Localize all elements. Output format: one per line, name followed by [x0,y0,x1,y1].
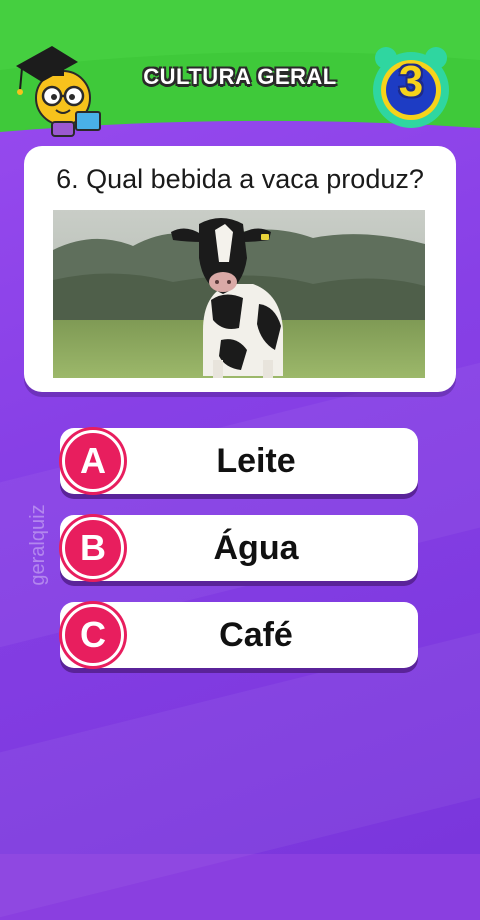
header-title: CULTURA GERAL [143,64,337,89]
answer-option-c[interactable]: C Café [60,602,418,668]
holstein-cow-in-field-photo [53,210,425,378]
answer-letter-b-badge: B [62,517,124,579]
answer-letter-c-badge: C [62,604,124,666]
question-card: 6. Qual bebida a vaca produz? [24,146,456,392]
timer-countdown: 3 [398,57,424,106]
lightbulb-graduate-mascot-icon [16,46,101,137]
answer-label-a: Leite [216,442,296,480]
answer-label-b: Água [213,529,299,567]
answer-letter-a-badge: A [62,430,124,492]
answer-option-a[interactable]: A Leite [60,428,418,494]
answer-label-c: Café [219,616,293,654]
answer-option-b[interactable]: B Água [60,515,418,581]
question-text: 6. Qual bebida a vaca produz? [56,164,424,194]
watermark-text: geralquiz [27,504,49,586]
